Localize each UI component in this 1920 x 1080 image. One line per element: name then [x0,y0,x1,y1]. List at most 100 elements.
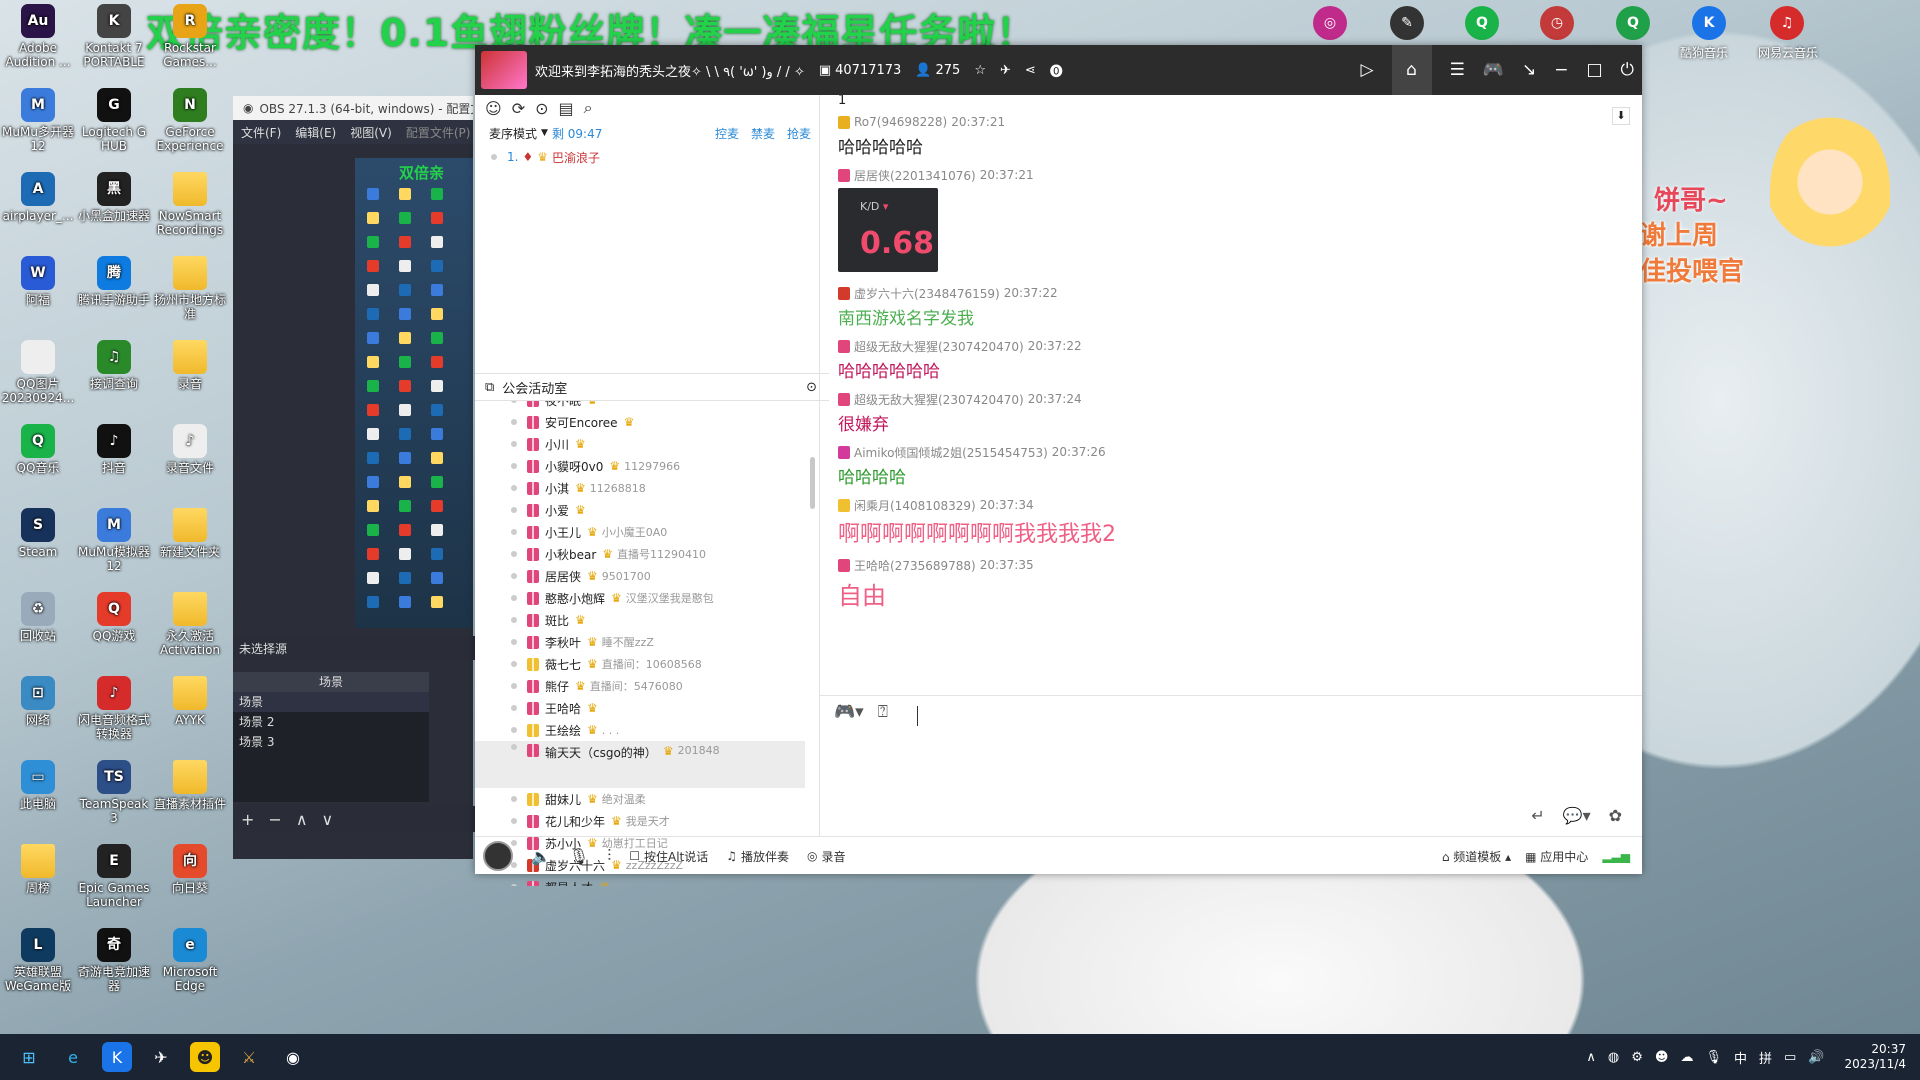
desktop-app-icon[interactable]: ✎ [1390,6,1424,40]
person-icon[interactable]: ☺ [485,99,502,118]
desktop-icon[interactable]: 录音 [152,334,228,391]
desktop-icon[interactable]: E Epic Games Launcher [76,838,152,909]
csgo-icon[interactable]: ⚔ [234,1042,264,1072]
desktop-icon[interactable]: M MuMu多开器12 [0,82,76,153]
obs-title-bar[interactable]: ◉ OBS 27.1.3 (64-bit, windows) - 配置文件 [233,96,473,120]
tray-yy-icon[interactable]: ☻ [1655,1050,1669,1065]
member-row[interactable]: 王绘绘 ♛. . . [475,719,819,741]
desktop-icon[interactable]: 扬州市地方标准 [152,250,228,321]
desktop-icon[interactable]: R Rockstar Games... [152,0,228,69]
obs-icon[interactable]: ◉ [278,1042,308,1072]
push-to-talk-toggle[interactable]: ☐ 按住Alt说话 [629,848,708,865]
obs-scene-item[interactable]: 场景 [233,692,429,712]
ban-mic-link[interactable]: 禁麦 [751,125,775,142]
tray-app-icon[interactable]: ◍ [1608,1050,1619,1065]
desktop-app-icon[interactable]: ◷ [1540,6,1574,40]
desktop-icon[interactable]: M MuMu模拟器12 [76,502,152,573]
gamepad-icon[interactable]: 🎮 [1483,60,1504,80]
guild-room-header[interactable]: ⧉ 公会活动室 ⊙ [475,373,829,401]
desktop-icon[interactable]: 直播素材插件 [152,754,228,811]
member-row[interactable]: 花儿和少年 ♛ 我是天才 [475,810,819,832]
location-icon[interactable]: ⊙ [806,380,817,395]
message-user[interactable]: 虚岁六十六(2348476159) [854,285,1000,302]
member-row[interactable]: 憨憨小炮辉 ♛ 汉堡汉堡我是憨包 [475,587,819,609]
power-icon[interactable]: ⏻ [1621,60,1634,80]
message-user[interactable]: 超级无敌大猩猩(2307420470) [854,391,1024,408]
share-icon[interactable]: ⋖ [1025,63,1036,78]
yy-icon[interactable]: ☻ [190,1042,220,1072]
edge-icon[interactable]: e [58,1042,88,1072]
favorite-icon[interactable]: ☆ [974,63,986,78]
desktop-icon[interactable]: 向向日葵 [152,838,228,895]
record-button[interactable]: ◎ 录音 [807,848,846,865]
accompany-button[interactable]: ♫ 播放伴奏 [726,848,789,865]
video-icon[interactable]: ▷ [1360,60,1373,80]
list-icon[interactable]: ☰ [1450,60,1465,80]
tray-cloud-icon[interactable]: ☁ [1680,1050,1693,1065]
app-center-button[interactable]: ▦ 应用中心 [1525,848,1588,865]
plane-app-icon[interactable]: ✈ [146,1042,176,1072]
ime-mode[interactable]: 拼 [1759,1048,1772,1067]
collapse-icon[interactable]: ↘ [1522,60,1536,80]
kd-image[interactable]: K/D ▾ 0.68 [838,188,938,272]
enter-icon[interactable]: ↵ [1531,806,1544,825]
emoji-game-icon[interactable]: 🎮▾ [834,702,864,722]
grab-mic-link[interactable]: 抢麦 [787,125,811,142]
voice-room-window[interactable]: 欢迎来到李拓海的秃头之夜✧ \ \ ٩( 'ω' )و / / ✧ ▣ 40717… [475,45,1642,886]
location-icon[interactable]: ⊙ [535,99,548,118]
message-user[interactable]: Aimiko倾国倾城2姐(2515454753) [854,444,1048,461]
move-up-icon[interactable]: ∧ [296,810,308,829]
member-row[interactable]: 小秋bear ♛ 直播号11290410 [475,543,819,565]
desktop-icon[interactable]: ♫ 接调查询 [76,334,152,391]
download-icon[interactable]: ⬇ [1612,107,1630,125]
speaker-icon[interactable]: 🔈 [531,847,551,866]
desktop-icon[interactable]: N GeForce Experience [152,82,228,153]
message-user[interactable]: 超级无敌大猩猩(2307420470) [854,338,1024,355]
member-row[interactable]: 小淇 ♛ 11268818 [475,477,819,499]
clock[interactable]: 20:37 2023/11/4 [1844,1042,1906,1072]
obs-menu-profile[interactable]: 配置文件(P) [406,124,471,141]
room-avatar[interactable] [481,51,527,89]
microphone-icon[interactable]: 🎙 [569,847,589,866]
member-row[interactable]: 居居侠 ♛ 9501700 [475,565,819,587]
alert-icon[interactable]: ⓿ [1050,61,1063,80]
desktop-icon[interactable]: QQ图片20230924... [0,334,76,405]
desktop-icon[interactable]: Au Adobe Audition ... [0,0,76,69]
self-avatar[interactable] [483,841,513,871]
obs-menu-file[interactable]: 文件(F) [241,124,281,141]
desktop-icon[interactable]: e Microsoft Edge [152,922,228,993]
obs-menu-edit[interactable]: 编辑(E) [295,124,336,141]
ime-language[interactable]: 中 [1734,1048,1747,1067]
member-row[interactable]: 薇七七 ♛ 直播间：10608568 [475,653,819,675]
desktop-icon[interactable]: L 英雄联盟 WeGame版 [0,922,76,993]
member-row[interactable]: 熊仔 ♛ 直播间：5476080 [475,675,819,697]
equalizer-icon[interactable]: ⫶ [607,846,611,866]
minimize-icon[interactable]: − [1554,60,1568,80]
member-row[interactable]: 王哈哈 ♛ [475,697,819,719]
external-link-icon[interactable]: ⧉ [485,380,494,395]
desktop-icon[interactable]: 新建文件夹 [152,502,228,559]
member-row[interactable]: 都是人才 ♛ [475,876,819,886]
message-user[interactable]: 王哈哈(2735689788) [854,557,976,574]
remove-icon[interactable]: − [268,810,281,829]
chat-input-area[interactable]: 🎮▾ ⍰ ↵ 💬▾ ✿ [820,695,1642,837]
flower-icon[interactable]: ✿ [1609,806,1622,825]
desktop-icon[interactable]: TS TeamSpeak 3 [76,754,152,825]
desktop-app-icon[interactable]: ◎ [1313,6,1347,40]
desktop-app-icon[interactable]: K [1692,6,1726,40]
translate-icon[interactable]: ⍰ [878,702,888,722]
volume-icon[interactable]: 🔊 [1808,1050,1824,1065]
desktop-icon[interactable]: Aairplayer_... [0,166,76,223]
desktop-icon[interactable]: G Logitech G HUB [76,82,152,153]
mic-queue-item[interactable]: 1. ♦ ♛ 巴渝浪子 [475,145,819,169]
desktop-icon[interactable]: ⊡ 网络 [0,670,76,727]
desktop-app-icon[interactable]: Q [1616,6,1650,40]
chevron-down-icon[interactable]: ▼ [541,128,548,138]
member-row[interactable]: 甜妹儿 ♛ 绝对温柔 [475,788,819,810]
message-user[interactable]: 闲乘月(1408108329) [854,497,976,514]
desktop-icon[interactable]: S Steam [0,502,76,559]
desktop-icon[interactable]: ♪ 闪电音频格式转换器 [76,670,152,741]
mic-mode-dropdown[interactable]: 麦序模式 [489,125,537,142]
checkbox-icon[interactable]: ☐ [629,849,640,863]
move-down-icon[interactable]: ∨ [322,810,334,829]
